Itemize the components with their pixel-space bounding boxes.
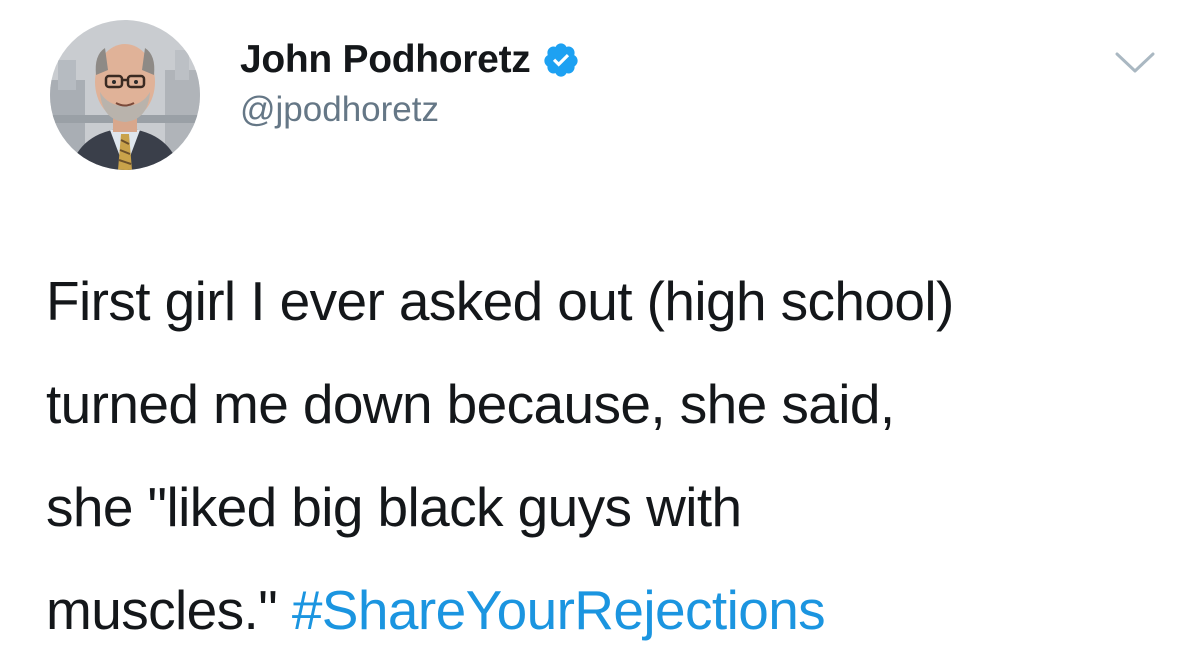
author-name-row: John Podhoretz xyxy=(240,34,580,86)
author-handle[interactable]: @jpodhoretz xyxy=(240,90,580,130)
tweet-text-line: she "liked big black guys with xyxy=(46,476,742,538)
avatar-photo xyxy=(50,20,200,170)
tweet-text-last-line: muscles." #ShareYourRejections xyxy=(46,559,1166,662)
tweet-text: First girl I ever asked out (high school… xyxy=(46,250,1166,662)
author-block[interactable]: John Podhoretz @jpodhoretz xyxy=(240,34,580,130)
chevron-down-icon[interactable] xyxy=(1112,48,1158,78)
tweet-text-line: turned me down because, she said, xyxy=(46,373,895,435)
tweet-card: John Podhoretz @jpodhoretz First girl I … xyxy=(0,0,1200,641)
author-display-name[interactable]: John Podhoretz xyxy=(240,38,531,82)
hashtag-link[interactable]: #ShareYourRejections xyxy=(292,579,826,641)
tweet-text-line: First girl I ever asked out (high school… xyxy=(46,270,954,332)
verified-check-icon xyxy=(542,41,580,79)
tweet-text-line: muscles." xyxy=(46,579,278,641)
avatar[interactable] xyxy=(50,20,200,170)
